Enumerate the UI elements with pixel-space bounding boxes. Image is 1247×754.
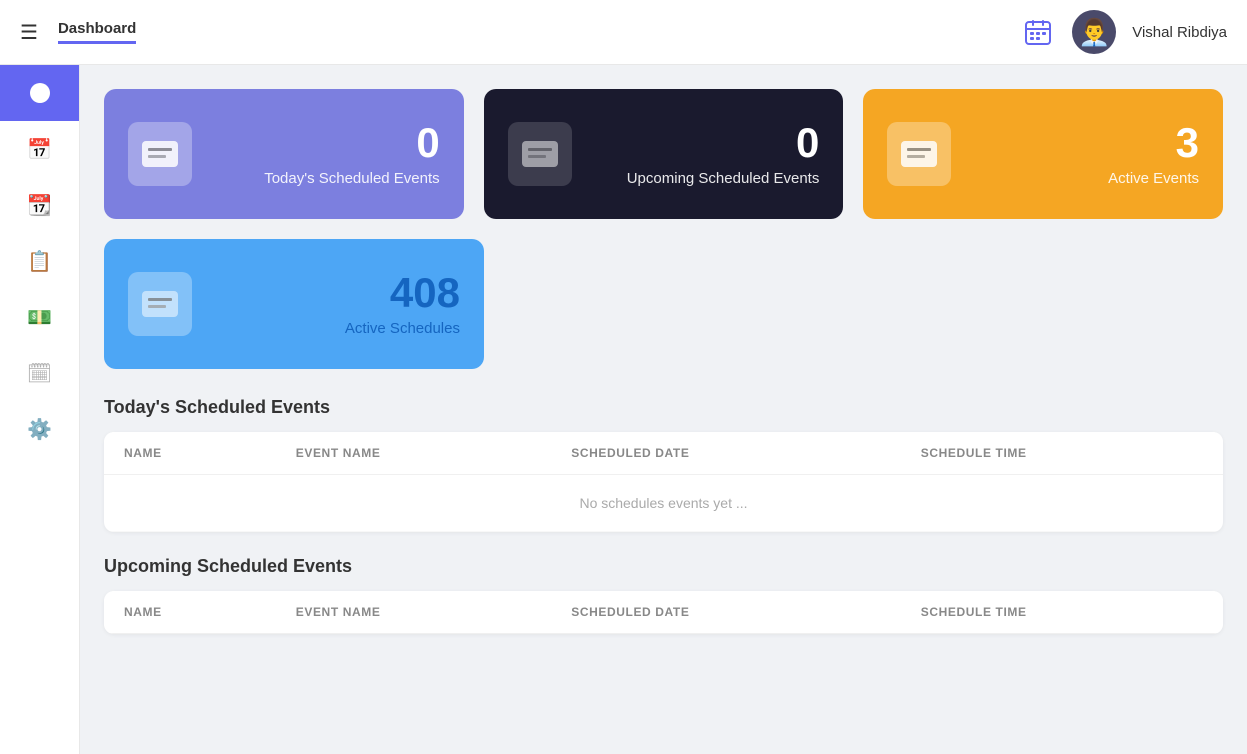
- upcoming-events-number: 0: [592, 122, 820, 164]
- upcoming-table-header: NAME EVENT NAME SCHEDULED DATE SCHEDULE …: [104, 591, 1223, 634]
- page-title: Dashboard: [58, 20, 136, 44]
- card-icon-active: [887, 122, 951, 186]
- todays-empty-row: No schedules events yet ...: [104, 475, 1223, 532]
- sidebar-item-event[interactable]: 📋: [0, 233, 79, 289]
- col-scheduled-date-2: SCHEDULED DATE: [551, 591, 901, 634]
- col-schedule-time-2: SCHEDULE TIME: [901, 591, 1223, 634]
- home-icon: [30, 83, 50, 103]
- card-icon-upcoming: [508, 122, 572, 186]
- card-content-upcoming: 0 Upcoming Scheduled Events: [592, 122, 820, 187]
- card-today-events: 0 Today's Scheduled Events: [104, 89, 464, 219]
- topnav-right: 👨‍💼 Vishal Ribdiya: [1020, 10, 1227, 54]
- active-schedules-label: Active Schedules: [212, 320, 460, 337]
- upcoming-table-header-row: NAME EVENT NAME SCHEDULED DATE SCHEDULE …: [104, 591, 1223, 634]
- cards-row-1: 0 Today's Scheduled Events 0 Upcoming Sc…: [104, 89, 1223, 219]
- username-label: Vishal Ribdiya: [1132, 24, 1227, 41]
- col-event-name-1: EVENT NAME: [276, 432, 552, 475]
- card-content-schedules: 408 Active Schedules: [212, 272, 460, 337]
- today-events-number: 0: [212, 122, 440, 164]
- menu-icon[interactable]: ☰: [20, 20, 38, 45]
- card-content-active: 3 Active Events: [971, 122, 1199, 187]
- calendar-icon[interactable]: [1020, 14, 1056, 50]
- card-content-today: 0 Today's Scheduled Events: [212, 122, 440, 187]
- sidebar-item-schedule[interactable]: 🗓: [0, 345, 79, 401]
- sidebar-item-settings[interactable]: ⚙️: [0, 401, 79, 457]
- todays-events-table-container: NAME EVENT NAME SCHEDULED DATE SCHEDULE …: [104, 432, 1223, 532]
- col-scheduled-date-1: SCHEDULED DATE: [551, 432, 901, 475]
- sidebar-item-home[interactable]: [0, 65, 79, 121]
- sidebar-item-money[interactable]: 💵: [0, 289, 79, 345]
- main-content: 0 Today's Scheduled Events 0 Upcoming Sc…: [80, 65, 1247, 754]
- sidebar: 📅 📆 📋 💵 🗓 ⚙️: [0, 0, 80, 754]
- active-schedules-number: 408: [212, 272, 460, 314]
- spacer: [504, 239, 1223, 369]
- upcoming-events-label: Upcoming Scheduled Events: [592, 170, 820, 187]
- schedule-icon: 🗓: [27, 361, 52, 386]
- todays-events-title: Today's Scheduled Events: [104, 397, 1223, 418]
- card-icon-today: [128, 122, 192, 186]
- todays-empty-message: No schedules events yet ...: [104, 475, 1223, 532]
- upcoming-events-title: Upcoming Scheduled Events: [104, 556, 1223, 577]
- money-icon: 💵: [27, 305, 52, 330]
- todays-table-header: NAME EVENT NAME SCHEDULED DATE SCHEDULE …: [104, 432, 1223, 475]
- card-active-events: 3 Active Events: [863, 89, 1223, 219]
- col-name-1: NAME: [104, 432, 276, 475]
- upcoming-events-table: NAME EVENT NAME SCHEDULED DATE SCHEDULE …: [104, 591, 1223, 634]
- todays-events-table: NAME EVENT NAME SCHEDULED DATE SCHEDULE …: [104, 432, 1223, 532]
- sidebar-item-calendar2[interactable]: 📆: [0, 177, 79, 233]
- topnav: ☰ Dashboard 👨‍💼 Vishal Ribdiya: [0, 0, 1247, 65]
- calendar1-icon: 📅: [27, 137, 52, 162]
- col-name-2: NAME: [104, 591, 276, 634]
- calendar2-icon: 📆: [27, 193, 52, 218]
- active-events-label: Active Events: [971, 170, 1199, 187]
- cards-row-2: 408 Active Schedules: [104, 239, 1223, 369]
- event-icon: 📋: [27, 249, 52, 274]
- settings-icon: ⚙️: [27, 417, 52, 442]
- today-events-label: Today's Scheduled Events: [212, 170, 440, 187]
- todays-table-header-row: NAME EVENT NAME SCHEDULED DATE SCHEDULE …: [104, 432, 1223, 475]
- card-active-schedules: 408 Active Schedules: [104, 239, 484, 369]
- todays-table-body: No schedules events yet ...: [104, 475, 1223, 532]
- avatar[interactable]: 👨‍💼: [1072, 10, 1116, 54]
- col-event-name-2: EVENT NAME: [276, 591, 552, 634]
- card-upcoming-events: 0 Upcoming Scheduled Events: [484, 89, 844, 219]
- card-icon-schedules: [128, 272, 192, 336]
- col-schedule-time-1: SCHEDULE TIME: [901, 432, 1223, 475]
- sidebar-item-calendar1[interactable]: 📅: [0, 121, 79, 177]
- upcoming-events-table-container: NAME EVENT NAME SCHEDULED DATE SCHEDULE …: [104, 591, 1223, 634]
- active-events-number: 3: [971, 122, 1199, 164]
